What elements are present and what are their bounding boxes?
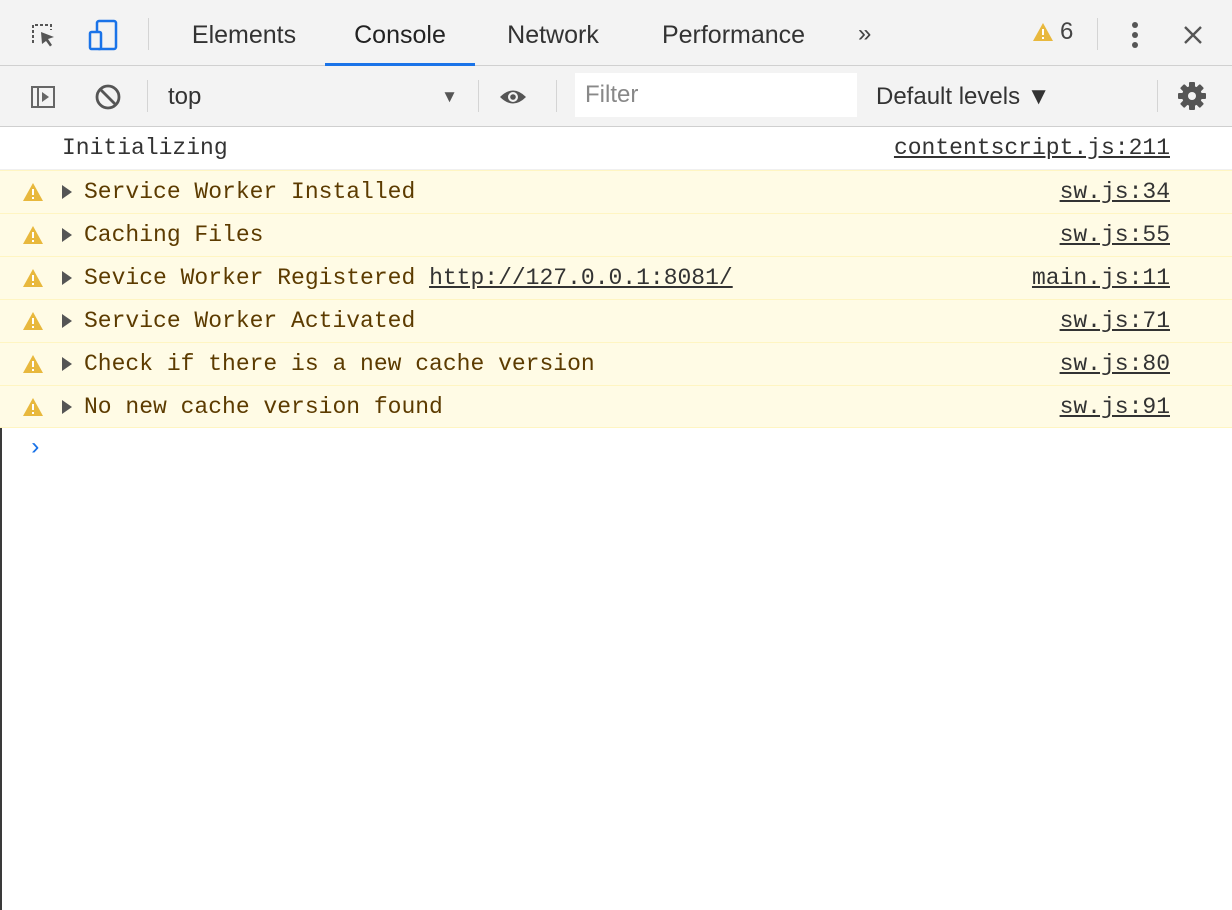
console-message-warning: No new cache version found sw.js:91 — [0, 385, 1232, 428]
tab-network[interactable]: Network — [501, 0, 605, 66]
source-link[interactable]: contentscript.js:211 — [894, 127, 1170, 170]
source-link[interactable]: sw.js:55 — [1060, 214, 1170, 257]
settings-gear-icon[interactable] — [1175, 79, 1209, 113]
message-text: Check if there is a new cache version — [84, 351, 595, 377]
message-text: Caching Files — [84, 222, 264, 248]
message-text: Initializing — [62, 135, 228, 161]
inspect-element-icon[interactable] — [26, 18, 60, 52]
tabbar-separator — [1097, 18, 1098, 50]
message-text: No new cache version found — [84, 394, 443, 420]
message-text: Sevice Worker Registered http://127.0.0.… — [84, 257, 733, 300]
toolbar-separator — [478, 80, 479, 112]
message-text: Service Worker Activated — [84, 308, 416, 334]
warning-icon — [23, 226, 43, 244]
console-message-warning: Check if there is a new cache version sw… — [0, 342, 1232, 385]
console-message: Initializing contentscript.js:211 — [0, 127, 1232, 170]
warning-icon — [23, 269, 43, 287]
toolbar-separator — [147, 80, 148, 112]
warning-counter[interactable]: 6 — [1032, 18, 1073, 46]
warning-count: 6 — [1060, 18, 1074, 45]
source-link[interactable]: sw.js:34 — [1060, 171, 1170, 214]
source-link[interactable]: sw.js:71 — [1060, 300, 1170, 343]
context-selector[interactable]: top ▼ — [150, 74, 470, 118]
warning-icon — [23, 183, 43, 201]
filter-input[interactable] — [575, 73, 857, 117]
warning-icon — [23, 355, 43, 373]
url-link[interactable]: http://127.0.0.1:8081/ — [429, 265, 733, 291]
dropdown-caret-icon: ▼ — [441, 87, 458, 106]
close-icon[interactable] — [1176, 18, 1210, 52]
source-link[interactable]: sw.js:91 — [1060, 386, 1170, 429]
console-message-warning: Service Worker Installed sw.js:34 — [0, 170, 1232, 213]
source-link[interactable]: main.js:11 — [1032, 257, 1170, 300]
console-message-warning: Caching Files sw.js:55 — [0, 213, 1232, 256]
console-prompt[interactable]: › — [28, 435, 42, 462]
console-message-warning: Service Worker Activated sw.js:71 — [0, 299, 1232, 342]
log-levels-dropdown[interactable]: Default levels ▼ — [876, 74, 1051, 118]
warning-icon — [23, 312, 43, 330]
warning-icon — [1033, 23, 1053, 41]
expand-triangle-icon[interactable] — [62, 357, 72, 371]
tab-performance[interactable]: Performance — [655, 0, 812, 66]
expand-triangle-icon[interactable] — [62, 314, 72, 328]
console-messages: Initializing contentscript.js:211 Servic… — [0, 127, 1232, 428]
tabbar-separator — [148, 18, 149, 50]
clear-console-icon[interactable] — [91, 80, 125, 114]
more-tabs-button[interactable]: » — [858, 20, 871, 48]
tab-console[interactable]: Console — [325, 0, 475, 66]
device-toolbar-icon[interactable] — [86, 18, 120, 52]
message-text-part: Sevice Worker Registered — [84, 265, 430, 291]
sidebar-toggle-icon[interactable] — [26, 80, 60, 114]
eye-icon[interactable] — [496, 80, 530, 114]
expand-triangle-icon[interactable] — [62, 228, 72, 242]
expand-triangle-icon[interactable] — [62, 185, 72, 199]
expand-triangle-icon[interactable] — [62, 400, 72, 414]
kebab-menu-icon[interactable] — [1118, 18, 1152, 52]
toolbar-separator — [1157, 80, 1158, 112]
source-link[interactable]: sw.js:80 — [1060, 343, 1170, 386]
context-value: top — [168, 83, 202, 110]
console-toolbar: top ▼ Default levels ▼ — [0, 66, 1232, 127]
toolbar-separator — [556, 80, 557, 112]
warning-icon — [23, 398, 43, 416]
devtools-tabbar: Elements Console Network Performance » 6 — [0, 0, 1232, 66]
expand-triangle-icon[interactable] — [62, 271, 72, 285]
tab-elements[interactable]: Elements — [189, 0, 299, 66]
message-text: Service Worker Installed — [84, 179, 416, 205]
console-message-warning: Sevice Worker Registered http://127.0.0.… — [0, 256, 1232, 299]
